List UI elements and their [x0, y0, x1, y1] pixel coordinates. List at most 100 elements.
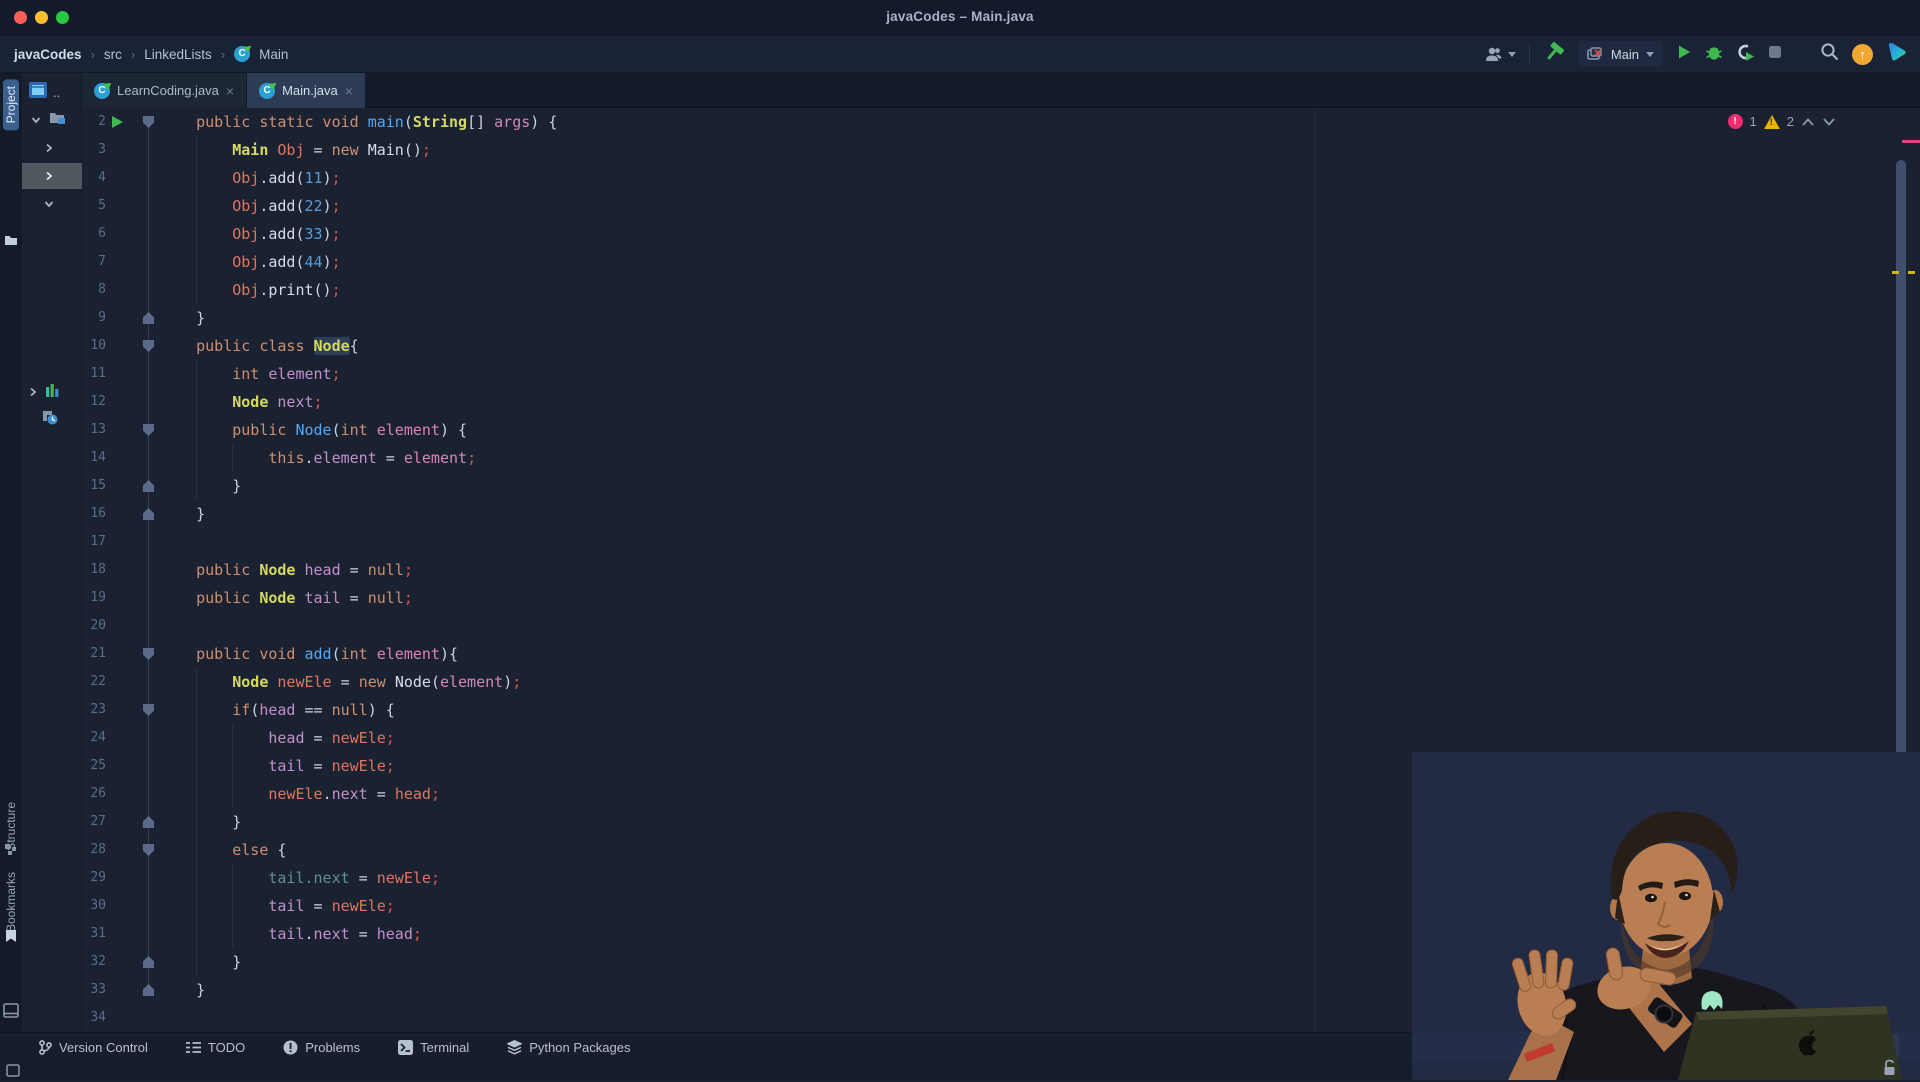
tab-learncoding-java[interactable]: C LearnCoding.java ×	[82, 73, 247, 108]
tab-main-java[interactable]: C Main.java ×	[247, 73, 366, 108]
build-hammer-icon[interactable]	[1543, 41, 1565, 68]
fold-marker-icon[interactable]	[143, 956, 154, 968]
line-number[interactable]: 12	[82, 388, 106, 416]
tree-row-selected[interactable]	[22, 163, 82, 189]
code-line-18[interactable]: 18 public Node head = null;	[82, 556, 1920, 584]
line-number[interactable]: 4	[82, 164, 106, 192]
fold-marker-icon[interactable]	[143, 704, 154, 716]
tool-button-todo[interactable]: TODO	[186, 1040, 245, 1055]
error-stripe-mark[interactable]	[1902, 140, 1920, 143]
line-number[interactable]: 22	[82, 668, 106, 696]
search-everywhere-icon[interactable]	[1820, 42, 1839, 66]
code-line-12[interactable]: 12 Node next;	[82, 388, 1920, 416]
code-line-9[interactable]: 9 }	[82, 304, 1920, 332]
line-number[interactable]: 25	[82, 752, 106, 780]
run-button[interactable]	[1676, 44, 1692, 65]
fold-marker-icon[interactable]	[143, 424, 154, 436]
fold-marker-icon[interactable]	[143, 984, 154, 996]
code-line-14[interactable]: 14 this.element = element;	[82, 444, 1920, 472]
line-number[interactable]: 18	[82, 556, 106, 584]
line-number[interactable]: 7	[82, 248, 106, 276]
code-line-13[interactable]: 13 public Node(int element) {	[82, 416, 1920, 444]
stop-button[interactable]	[1768, 45, 1782, 64]
line-number[interactable]: 27	[82, 808, 106, 836]
line-number[interactable]: 11	[82, 360, 106, 388]
debug-button[interactable]	[1705, 43, 1723, 66]
code-line-16[interactable]: 16 }	[82, 500, 1920, 528]
fold-marker-icon[interactable]	[143, 480, 154, 492]
line-number[interactable]: 10	[82, 332, 106, 360]
code-line-10[interactable]: 10 public class Node{	[82, 332, 1920, 360]
fold-marker-icon[interactable]	[143, 844, 154, 856]
update-available-icon[interactable]: ↑	[1852, 44, 1873, 65]
tool-window-toggle-icon[interactable]	[6, 1064, 20, 1082]
line-number[interactable]: 13	[82, 416, 106, 444]
line-number[interactable]: 29	[82, 864, 106, 892]
line-number[interactable]: 3	[82, 136, 106, 164]
line-number[interactable]: 23	[82, 696, 106, 724]
code-line-7[interactable]: 7 Obj.add(44);	[82, 248, 1920, 276]
tree-row-scratches[interactable]	[22, 407, 82, 433]
project-panel-header[interactable]: ..	[22, 79, 82, 105]
fold-marker-icon[interactable]	[143, 116, 154, 128]
tool-button-version-control[interactable]: Version Control	[38, 1040, 148, 1055]
line-number[interactable]: 20	[82, 612, 106, 640]
tool-button-problems[interactable]: Problems	[283, 1040, 360, 1055]
tool-button-python-packages[interactable]: Python Packages	[507, 1040, 630, 1055]
line-number[interactable]: 14	[82, 444, 106, 472]
line-number[interactable]: 5	[82, 192, 106, 220]
breadcrumb-src[interactable]: src	[104, 47, 122, 62]
code-line-20[interactable]: 20	[82, 612, 1920, 640]
line-number[interactable]: 32	[82, 948, 106, 976]
line-number[interactable]: 6	[82, 220, 106, 248]
line-number[interactable]: 21	[82, 640, 106, 668]
inspections-widget[interactable]: ! 1 2	[1728, 114, 1836, 129]
warning-stripe-mark[interactable]	[1892, 271, 1899, 274]
line-number[interactable]: 28	[82, 836, 106, 864]
breadcrumb-package[interactable]: LinkedLists	[144, 47, 212, 62]
code-line-19[interactable]: 19 public Node tail = null;	[82, 584, 1920, 612]
line-number[interactable]: 15	[82, 472, 106, 500]
code-line-2[interactable]: 2 public static void main(String[] args)…	[82, 108, 1920, 136]
line-number[interactable]: 31	[82, 920, 106, 948]
tree-row-collapsed[interactable]	[22, 135, 82, 161]
code-line-17[interactable]: 17	[82, 528, 1920, 556]
fold-marker-icon[interactable]	[143, 816, 154, 828]
fold-marker-icon[interactable]	[143, 648, 154, 660]
code-line-24[interactable]: 24 head = newEle;	[82, 724, 1920, 752]
line-number[interactable]: 26	[82, 780, 106, 808]
code-line-21[interactable]: 21 public void add(int element){	[82, 640, 1920, 668]
run-with-coverage-button[interactable]	[1736, 43, 1755, 66]
code-line-6[interactable]: 6 Obj.add(33);	[82, 220, 1920, 248]
prev-problem-chevron-icon[interactable]	[1801, 117, 1815, 127]
fold-marker-icon[interactable]	[143, 508, 154, 520]
project-view-icon[interactable]	[29, 82, 47, 103]
code-line-5[interactable]: 5 Obj.add(22);	[82, 192, 1920, 220]
code-line-23[interactable]: 23 if(head == null) {	[82, 696, 1920, 724]
close-tab-icon[interactable]: ×	[345, 84, 353, 98]
close-tab-icon[interactable]: ×	[226, 84, 234, 98]
ide-logo-icon[interactable]	[1886, 41, 1908, 68]
fold-marker-icon[interactable]	[143, 340, 154, 352]
code-line-15[interactable]: 15 }	[82, 472, 1920, 500]
tree-row-project-root[interactable]	[22, 107, 82, 133]
line-number[interactable]: 30	[82, 892, 106, 920]
run-configuration-selector[interactable]: Main	[1578, 41, 1663, 67]
code-line-8[interactable]: 8 Obj.print();	[82, 276, 1920, 304]
tool-stripe-project[interactable]: Project	[3, 79, 19, 130]
line-number[interactable]: 16	[82, 500, 106, 528]
breadcrumb-class[interactable]: Main	[259, 47, 288, 62]
next-problem-chevron-icon[interactable]	[1822, 117, 1836, 127]
fold-marker-icon[interactable]	[143, 312, 154, 324]
line-number[interactable]: 19	[82, 584, 106, 612]
tree-row-external-libraries[interactable]	[22, 379, 82, 405]
line-number[interactable]: 9	[82, 304, 106, 332]
tool-stripe-bookmarks[interactable]: Bookmarks	[3, 865, 19, 939]
run-line-icon[interactable]	[112, 116, 123, 128]
code-line-3[interactable]: 3 Main Obj = new Main();	[82, 136, 1920, 164]
line-number[interactable]: 34	[82, 1004, 106, 1032]
breadcrumb-project[interactable]: javaCodes	[14, 47, 82, 62]
line-number[interactable]: 17	[82, 528, 106, 556]
line-number[interactable]: 24	[82, 724, 106, 752]
line-number[interactable]: 2	[82, 108, 106, 136]
